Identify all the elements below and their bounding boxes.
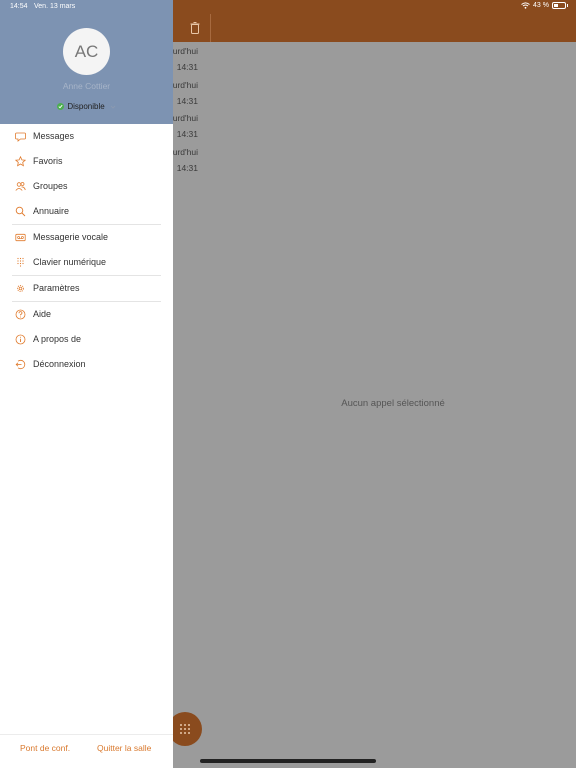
menu-label: Favoris [33,156,63,166]
status-date: Ven. 13 mars [34,3,76,10]
menu-item-settings[interactable]: Paramètres [0,276,173,301]
wifi-icon [521,2,530,9]
call-time: 14:31 [176,62,198,72]
avatar[interactable]: AC [63,28,110,75]
conference-bridge-button[interactable]: Pont de conf. [20,743,70,753]
battery-icon [552,2,568,9]
info-icon [15,334,26,345]
call-day: urd'hui [172,146,198,157]
delete-button[interactable] [186,18,204,38]
call-day: urd'hui [172,113,198,123]
menu-label: Groupes [33,181,68,191]
help-icon [15,309,26,320]
trash-icon [190,22,200,34]
menu-label: Aide [33,309,52,319]
menu-label: Annuaire [33,206,70,216]
status-bar: 14:54 Ven. 13 mars 43 % [0,0,576,14]
group-icon [15,182,26,191]
search-icon [15,206,26,217]
star-icon [15,156,26,167]
drawer-footer: Pont de conf. Quitter la salle [0,734,173,768]
empty-state-message: Aucun appel sélectionné [341,398,445,409]
navigation-drawer: AC Anne Cottier Disponible Messages Favo… [0,0,173,768]
profile-header: AC Anne Cottier Disponible [0,0,173,124]
menu-item-groups[interactable]: Groupes [0,174,173,199]
home-indicator[interactable] [200,759,376,763]
dialpad-icon [17,257,24,267]
chevron-down-icon [110,105,115,109]
menu-label: Messages [33,131,75,141]
menu-item-about[interactable]: A propos de [0,327,173,352]
status-time: 14:54 [10,3,28,10]
presence-label: Disponible [67,102,105,111]
call-time: 14:31 [176,162,198,173]
call-day: urd'hui [172,79,198,90]
menu-item-messages[interactable]: Messages [0,124,173,149]
chat-bubble-icon [15,132,26,142]
menu-label: Déconnexion [33,359,86,369]
logout-icon [15,359,26,370]
menu-item-voicemail[interactable]: Messagerie vocale [0,225,173,250]
dialpad-fab[interactable] [168,712,202,746]
call-day: urd'hui [172,46,198,56]
menu-item-keypad[interactable]: Clavier numérique [0,250,173,275]
presence-check-icon [57,103,65,110]
menu-item-favorites[interactable]: Favoris [0,149,173,174]
menu-label: Paramètres [33,283,80,293]
drawer-menu: Messages Favoris Groupes Annuaire Messag… [0,124,173,377]
menu-item-help[interactable]: Aide [0,302,173,327]
voicemail-icon [15,233,26,242]
leave-room-button[interactable]: Quitter la salle [97,743,151,753]
gear-icon [17,285,24,292]
dialpad-icon [180,724,190,734]
call-time: 14:31 [176,129,198,139]
battery-percent: 43 % [533,2,549,9]
user-name: Anne Cottier [62,81,111,91]
menu-label: A propos de [33,334,82,344]
menu-label: Messagerie vocale [33,232,109,242]
menu-item-directory[interactable]: Annuaire [0,199,173,224]
menu-label: Clavier numérique [33,257,107,267]
call-time: 14:31 [176,95,198,106]
status-indicators: 43 % [521,2,568,9]
menu-item-logout[interactable]: Déconnexion [0,352,173,377]
presence-selector[interactable]: Disponible [0,102,173,111]
header-divider [210,14,211,42]
